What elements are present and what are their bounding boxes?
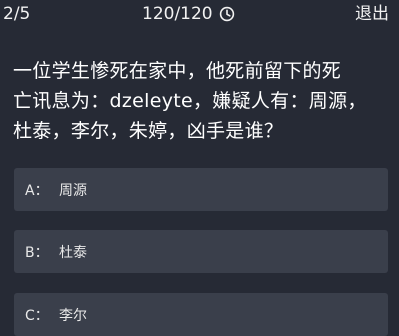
timer: 120/120 bbox=[142, 3, 235, 25]
option-c[interactable]: C： 李尔 bbox=[14, 293, 388, 336]
option-text: 周源 bbox=[59, 182, 87, 199]
timer-text: 120/120 bbox=[142, 4, 213, 24]
question-text: 一位学生惨死在家中，他死前留下的死 亡讯息为：dzeleyte，嫌疑人有：周源，… bbox=[13, 56, 395, 146]
clock-icon bbox=[219, 6, 235, 22]
option-text: 李尔 bbox=[59, 307, 87, 324]
question-line: 一位学生惨死在家中，他死前留下的死 bbox=[13, 60, 342, 82]
option-key: A： bbox=[25, 182, 49, 199]
question-progress: 2/5 bbox=[3, 4, 31, 24]
option-key: C： bbox=[25, 307, 49, 324]
option-a[interactable]: A： 周源 bbox=[14, 168, 388, 211]
option-key: B： bbox=[25, 244, 49, 261]
question-line: 杜泰，李尔，朱婷，凶手是谁？ bbox=[13, 120, 284, 142]
question-line: 亡讯息为：dzeleyte，嫌疑人有：周源， bbox=[13, 90, 367, 112]
option-text: 杜泰 bbox=[59, 244, 87, 261]
exit-button[interactable]: 退出 bbox=[355, 3, 389, 25]
top-bar: 2/5 120/120 退出 bbox=[0, 0, 399, 32]
option-b[interactable]: B： 杜泰 bbox=[14, 230, 388, 273]
